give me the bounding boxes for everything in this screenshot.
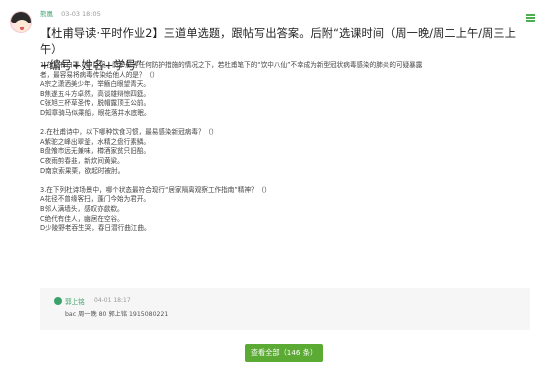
body-line: D知章骑马似乘船，眼花落井水底眠。 xyxy=(40,108,151,117)
body-line: C绝代有佳人，幽居在空谷。 xyxy=(40,214,124,223)
reply-time: 04-01 18:17 xyxy=(94,296,131,304)
body-line: C夜雨剪春韭，新炊间黄粱。 xyxy=(40,156,124,165)
body-line: B邻人满墙头，感叹亦歔欷。 xyxy=(40,204,124,213)
body-line: 2.在杜甫诗中，以下哪种饮食习惯，最易感染新冠病毒？（） xyxy=(40,128,218,137)
body-line: D南京索果栗，欲起时被肘。 xyxy=(40,166,125,175)
body-line: 者，最容易将病毒传染给他人的是？（） xyxy=(40,70,159,79)
reply-author-icon xyxy=(54,297,62,305)
avatar-face xyxy=(15,20,29,32)
post-time: 03-03 18:05 xyxy=(61,10,101,18)
body-line: C张旭三杯草圣传，脱帽露顶王公前。 xyxy=(40,99,151,108)
body-line: 1.在没有口罩、护目镜、防护服等任何防护措施的情况之下，若杜甫笔下的“饮中八仙”… xyxy=(40,61,423,69)
body-line: B盘飧市远无兼味，樽酒家贫只旧醅。 xyxy=(40,147,151,156)
body-line: A宗之潇洒美少年，举觞白眼望青天。 xyxy=(40,80,151,89)
body-line: 3.在下列杜诗场景中，哪个状态最符合现行“居家隔离观察工作指南”精神？（） xyxy=(40,185,271,194)
post-title-line-1: 【杜甫导读·平时作业2】三道单选题，跟帖写出答案。后附“选课时间（周一晚/周二上… xyxy=(40,27,517,56)
body-line: B焦遂五斗方卓然，高谈雄辩惊四筵。 xyxy=(40,89,151,98)
body-gap xyxy=(40,176,510,186)
user-avatar[interactable] xyxy=(10,11,32,33)
post-author[interactable]: 熊凰 xyxy=(40,10,53,18)
show-all-button[interactable]: 查看全部（146 条） xyxy=(245,344,323,362)
body-line: D少陵野老吞生哭，春日潜行曲江曲。 xyxy=(40,224,151,233)
body-gap xyxy=(40,119,510,129)
reply-text: bac 周一晚 80 郭上铭 1915080221 xyxy=(65,311,169,318)
reply-card: 郭上铭 04-01 18:17 bac 周一晚 80 郭上铭 191508022… xyxy=(40,288,530,330)
reply-author[interactable]: 郭上铭 xyxy=(65,296,85,306)
menu-icon[interactable] xyxy=(526,14,535,22)
body-line: A紫驼之峰出翠釜，水精之盘行素鳞。 xyxy=(40,137,151,146)
post-meta: 熊凰 03-03 18:05 xyxy=(40,10,101,19)
body-line: A花径不曾缘客扫，蓬门今始为君开。 xyxy=(40,195,151,204)
post-body: 1.在没有口罩、护目镜、防护服等任何防护措施的情况之下，若杜甫笔下的“饮中八仙”… xyxy=(40,61,510,234)
